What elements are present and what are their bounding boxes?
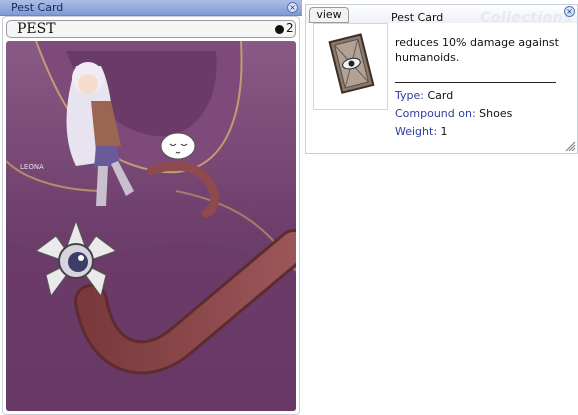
info-titlebar[interactable]: Collections view Pest Card ×	[306, 5, 577, 26]
item-compound-row: Compound on: Shoes	[395, 107, 512, 120]
watermark-text: Collections	[480, 10, 573, 26]
weight-label: Weight:	[395, 125, 438, 138]
card-name-bar: PEST 2	[6, 20, 296, 38]
compound-value: Shoes	[479, 107, 513, 120]
item-weight-row: Weight: 1	[395, 125, 448, 138]
artist-signature: LEONA	[20, 163, 44, 171]
card-name: PEST	[17, 21, 56, 37]
slot-dot-icon	[275, 25, 284, 34]
eye-card-item-icon	[314, 24, 387, 109]
item-info-window: Collections view Pest Card × reduces 10%…	[305, 4, 578, 154]
item-title: Pest Card	[391, 11, 444, 24]
resize-grip-icon[interactable]	[565, 141, 576, 152]
card-window: Pest Card × PEST 2 LEONA	[0, 0, 302, 415]
card-window-title: Pest Card	[11, 1, 64, 14]
divider	[395, 82, 556, 83]
card-artwork: LEONA	[6, 41, 296, 411]
card-illustration: LEONA	[6, 41, 296, 411]
item-description: reduces 10% damage against humanoids.	[395, 36, 559, 64]
item-type-row: Type: Card	[395, 89, 453, 102]
close-icon[interactable]: ×	[564, 6, 575, 17]
type-label: Type:	[395, 89, 424, 102]
weight-value: 1	[440, 125, 448, 138]
item-thumbnail	[313, 23, 388, 110]
card-titlebar[interactable]: Pest Card	[0, 0, 302, 16]
slot-count: 2	[286, 21, 294, 35]
type-value: Card	[427, 89, 454, 102]
compound-label: Compound on:	[395, 107, 476, 120]
close-icon[interactable]: ×	[287, 2, 298, 13]
view-tab[interactable]: view	[309, 7, 349, 23]
